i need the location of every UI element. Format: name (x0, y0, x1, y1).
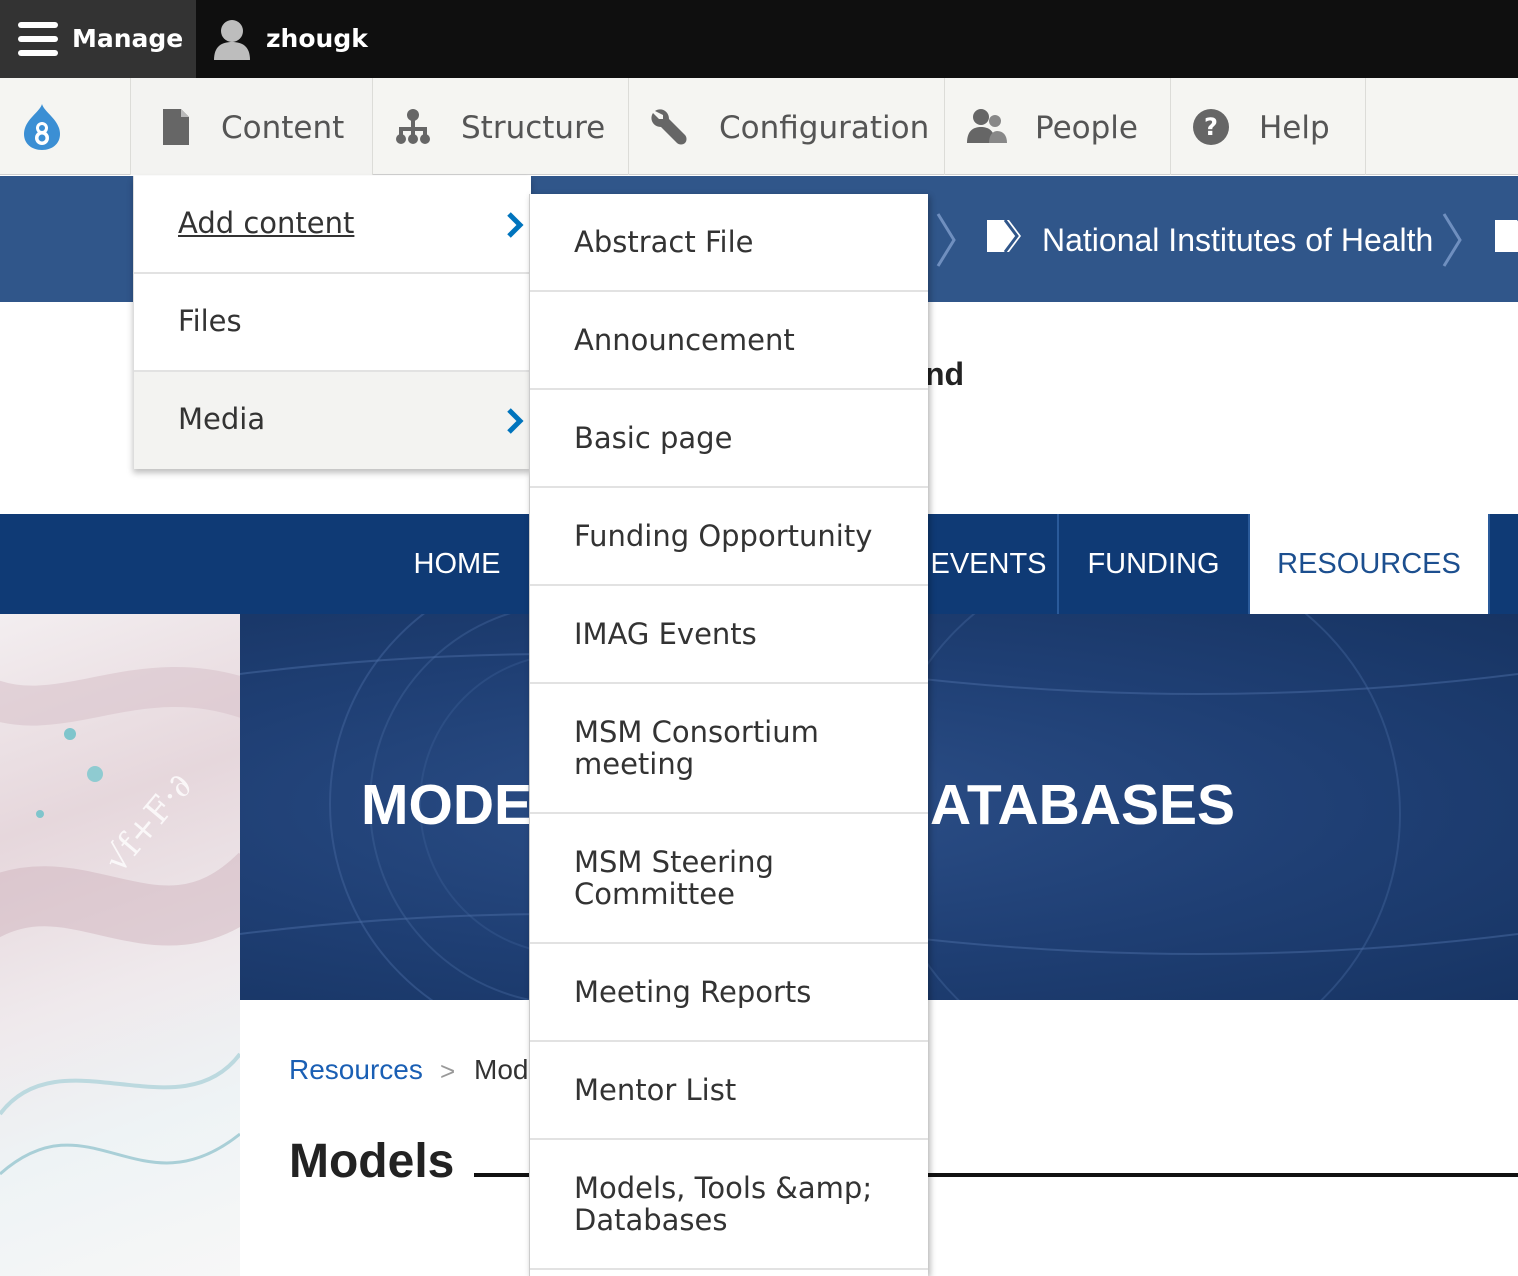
toolbar-content[interactable]: Content (131, 78, 373, 175)
svg-text:?: ? (1204, 113, 1218, 141)
nav-divider (1488, 514, 1490, 614)
toolbar-configuration[interactable]: Configuration (629, 78, 945, 175)
nih-link[interactable]: National Institutes of Health (1042, 222, 1433, 259)
wrench-icon (651, 109, 687, 145)
toolbar-help[interactable]: ? Help (1171, 78, 1366, 175)
nav-funding[interactable]: FUNDING (1059, 514, 1248, 614)
submenu-item-abstract-file[interactable]: Abstract File (530, 194, 928, 292)
submenu-item-funding-opportunity[interactable]: Funding Opportunity (530, 488, 928, 586)
submenu-item-label: Mentor List (574, 1073, 737, 1107)
menu-item-label: Add content (178, 206, 355, 240)
submenu-item-label: Basic page (574, 421, 733, 455)
submenu-item-label: IMAG Events (574, 617, 757, 651)
toolbar-help-label: Help (1259, 110, 1330, 146)
submenu-item-msm-steering-committee[interactable]: MSM Steering Committee (530, 814, 928, 944)
username-label: zhougk (266, 24, 368, 53)
user-tab[interactable]: zhougk (196, 0, 396, 78)
toolbar-structure-label: Structure (461, 110, 606, 146)
flag-icon (987, 219, 1021, 253)
chevron-right-icon (507, 408, 524, 434)
menu-item-add-content[interactable]: Add content (134, 176, 532, 274)
manage-label: Manage (72, 24, 184, 53)
submenu-item-label: Announcement (574, 323, 795, 357)
sitemap-icon (396, 109, 430, 144)
submenu-item-label: Abstract File (574, 225, 754, 259)
add-content-submenu: Abstract File Announcement Basic page Fu… (529, 194, 928, 1276)
menu-item-label: Files (178, 304, 242, 338)
toolbar-people-label: People (1035, 110, 1138, 146)
submenu-item-imag-events[interactable]: IMAG Events (530, 586, 928, 684)
submenu-item-label: MSM Consortium meeting (574, 715, 819, 781)
nav-resources[interactable]: RESOURCES (1250, 514, 1488, 614)
page-title: Models (289, 1135, 455, 1188)
help-icon: ? (1193, 109, 1229, 145)
hero-side-image: √f+F·∂ (0, 614, 240, 1276)
flag-icon (1495, 220, 1518, 252)
people-icon (967, 109, 1007, 143)
breadcrumb-separator: > (440, 1056, 456, 1086)
submenu-item-label: MSM Steering Committee (574, 845, 774, 911)
submenu-item-mentor-list[interactable]: Mentor List (530, 1042, 928, 1140)
submenu-item-msm-consortium-meeting[interactable]: MSM Consortium meeting (530, 684, 928, 814)
breadcrumb-current: Mod (474, 1054, 529, 1085)
menu-item-label: Media (178, 402, 266, 436)
hamburger-icon (18, 22, 58, 56)
document-icon (163, 109, 189, 145)
submenu-item-meeting-reports[interactable]: Meeting Reports (530, 944, 928, 1042)
manage-tab[interactable]: Manage (0, 0, 196, 78)
submenu-item-label: Funding Opportunity (574, 519, 873, 553)
nav-home[interactable]: HOME (392, 514, 522, 614)
breadcrumb-resources-link[interactable]: Resources (289, 1054, 423, 1086)
admin-toolbar: Manage zhougk (0, 0, 1518, 78)
hero-title-right: ATABASES (930, 773, 1236, 837)
toolbar-people[interactable]: People (945, 78, 1171, 175)
menu-item-media[interactable]: Media (134, 372, 532, 469)
chevron-right-icon (507, 212, 524, 238)
user-icon (214, 20, 250, 60)
math-art-image: √f+F·∂ (0, 666, 240, 1176)
svg-text:√f+F·∂: √f+F·∂ (96, 766, 200, 880)
content-dropdown-menu: Add content Files Media (133, 176, 532, 469)
toolbar-structure[interactable]: Structure (373, 78, 629, 175)
submenu-item-label: Models, Tools &amp; Databases (574, 1171, 873, 1237)
site-header-text: nd (925, 356, 965, 392)
title-divider (928, 1173, 1518, 1177)
hero-title-left: MODE (361, 773, 532, 837)
submenu-item-basic-page[interactable]: Basic page (530, 390, 928, 488)
title-divider (474, 1173, 530, 1177)
menu-item-files[interactable]: Files (134, 274, 532, 372)
nav-events[interactable]: EVENTS (920, 514, 1057, 614)
toolbar-configuration-label: Configuration (719, 110, 930, 146)
submenu-item-label: Meeting Reports (574, 975, 812, 1009)
toolbar-tray: Content Structure Configuration People ?… (0, 78, 1518, 175)
toolbar-content-label: Content (221, 110, 345, 146)
drupal-logo-icon (24, 104, 60, 150)
submenu-item-models-tools-databases[interactable]: Models, Tools &amp; Databases (530, 1140, 928, 1270)
home-link[interactable] (0, 78, 131, 175)
breadcrumb-chevron-icon (1442, 213, 1462, 267)
submenu-item-announcement[interactable]: Announcement (530, 292, 928, 390)
breadcrumb-chevron-icon (936, 213, 956, 267)
